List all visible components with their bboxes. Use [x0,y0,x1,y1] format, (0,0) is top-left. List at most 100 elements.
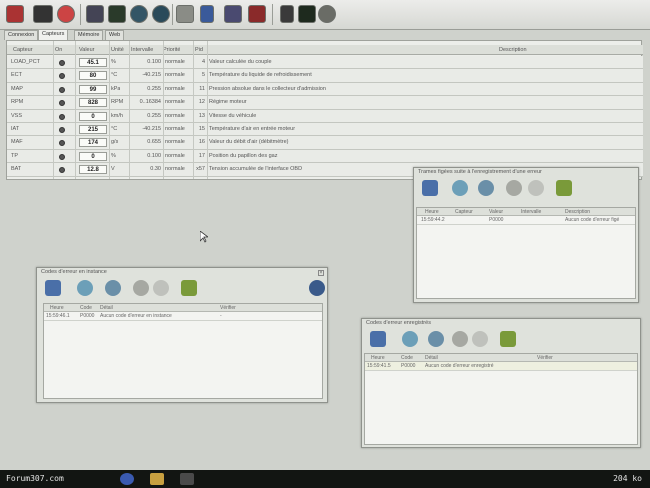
refresh-icon[interactable] [452,180,468,196]
sensor-priority: normale [165,72,185,79]
col-heure[interactable]: Heure [371,354,385,362]
status-led-icon[interactable] [59,73,65,80]
list-item[interactable]: 15:59:41.5 P0000 Aucun code d'erreur enr… [365,362,637,371]
col-capteur[interactable]: Capteur [13,45,33,54]
col-intervalle[interactable]: Intervalle [131,45,153,54]
sensor-value: 45.1 [79,58,107,67]
disabled-icon[interactable] [528,180,544,196]
sensor-description: Température d'air en entrée moteur [209,126,296,132]
tools-icon[interactable] [181,280,197,296]
col-valeur[interactable]: Valeur [489,208,503,216]
column-divider [109,41,110,179]
clear-icon[interactable] [506,180,522,196]
tab-memoire[interactable]: Mémoire [74,30,104,40]
status-led-icon[interactable] [59,167,65,174]
refresh-icon[interactable] [402,331,418,347]
sensor-priority: normale [165,139,185,146]
status-led-icon[interactable] [59,113,65,120]
pending-detail: Aucun code d'erreur en instance [100,313,172,319]
start-icon[interactable] [120,473,134,485]
col-code[interactable]: Code [80,304,92,312]
help-icon[interactable] [309,280,325,296]
read-icon[interactable] [105,280,121,296]
battery-icon[interactable] [33,5,53,23]
save-icon[interactable] [370,331,386,347]
settings-icon[interactable] [318,5,336,23]
table-row[interactable]: RPM 828 RPM 0..16384 normale 12 Régime m… [7,96,643,110]
sensor-name: VSS [11,112,23,119]
status-led-icon[interactable] [59,60,65,66]
car-icon[interactable] [57,5,75,23]
oscillo-icon[interactable] [224,5,242,23]
status-led-icon[interactable] [59,153,65,160]
sensor-interval: 0.655 [147,139,161,146]
table-row[interactable]: VSS 0 km/h 0.255 normale 13 Vitesse du v… [7,109,643,123]
status-led-icon[interactable] [59,100,65,107]
status-led-icon[interactable] [59,86,65,93]
disabled-icon[interactable] [153,280,169,296]
refresh-icon[interactable] [77,280,93,296]
col-heure[interactable]: Heure [425,208,439,216]
monitor-icon[interactable] [298,5,316,23]
read-icon[interactable] [428,331,444,347]
col-detail[interactable]: Détail [100,304,113,312]
col-verifier[interactable]: Vérifier [537,354,553,362]
usb-plug-icon[interactable] [200,5,214,23]
close-icon[interactable]: × [318,270,324,276]
col-code[interactable]: Code [401,354,413,362]
sensor-value: 828 [79,98,107,108]
status-led-icon[interactable] [59,127,65,133]
table-row[interactable]: MAF 174 g/s 0.655 normale 16 Valeur du d… [7,136,643,150]
col-capteur[interactable]: Capteur [455,208,473,216]
col-verifier[interactable]: Vérifier [220,304,236,312]
list-item[interactable]: 15:59:46.1 P0000 Aucun code d'erreur en … [44,312,322,321]
table-row[interactable]: LOAD_PCT 45.1 % 0.100 normale 4 Valeur c… [7,56,643,70]
col-pid[interactable]: Pid [195,45,203,54]
clear-icon[interactable] [133,280,149,296]
col-heure[interactable]: Heure [50,304,64,312]
book-icon[interactable] [86,5,104,23]
toolbar-separator [80,4,81,25]
connect-icon[interactable] [6,5,24,23]
status-led-icon[interactable] [59,140,65,147]
col-intervalle[interactable]: Intervalle [521,208,541,216]
table-row[interactable]: MAP 99 kPa 0.255 normale 11 Pression abs… [7,82,643,97]
tab-connexion[interactable]: Connexion [4,30,39,40]
freeze-time: 15:59:44.2 [421,217,445,223]
table-row[interactable]: ECT 80 °C -40.215 normale 5 Température … [7,69,643,83]
engine-icon[interactable] [248,5,266,23]
media-icon[interactable] [180,473,194,485]
list-item[interactable]: 15:59:44.2 P0000 Aucun code d'erreur fig… [417,216,635,225]
clear-icon[interactable] [452,331,468,347]
table-row[interactable]: TP 0 % 0.100 normale 17 Position du papi… [7,149,643,164]
col-priorite[interactable]: Priorité [163,45,180,54]
gauge-icon[interactable] [176,5,194,23]
col-on[interactable]: On [55,45,62,54]
col-description[interactable]: Description [565,208,590,216]
col-valeur[interactable]: Valeur [79,45,95,54]
pen-icon[interactable] [280,5,294,23]
tools-icon[interactable] [556,180,572,196]
save-icon[interactable] [422,180,438,196]
col-description[interactable]: Description [499,45,527,54]
sensor-interval: 0.30 [150,166,161,173]
col-unite[interactable]: Unité [111,45,124,54]
explorer-icon[interactable] [150,473,164,485]
disabled-icon[interactable] [472,331,488,347]
wizard-icon[interactable] [108,5,126,23]
table-row[interactable]: IAT 215 °C -40.215 normale 15 Températur… [7,123,643,137]
sensor-unit: kPa [111,85,121,92]
column-divider [193,41,194,179]
sensor-interval: 0.255 [147,112,161,119]
tools-icon[interactable] [500,331,516,347]
tab-capteurs[interactable]: Capteurs [38,29,69,40]
globe-icon[interactable] [130,5,148,23]
column-divider [75,41,76,179]
world-icon[interactable] [152,5,170,23]
read-icon[interactable] [478,180,494,196]
tab-web[interactable]: Web [105,30,125,40]
sensor-interval: 0.100 [147,59,161,65]
col-detail[interactable]: Détail [425,354,438,362]
save-icon[interactable] [45,280,61,296]
sensor-value: 0 [79,111,107,121]
